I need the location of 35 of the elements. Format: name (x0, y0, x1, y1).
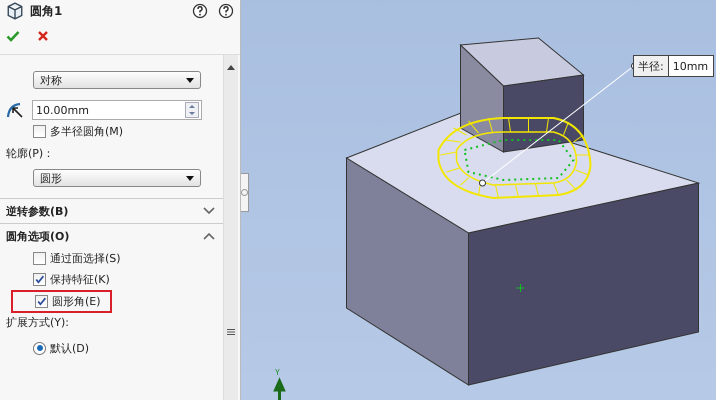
cube-icon (6, 2, 24, 20)
section-header[interactable]: 圆角选项(O) (6, 228, 70, 244)
scrollbar[interactable] (223, 55, 238, 400)
callout-label: 半径: (634, 56, 669, 76)
radius-field[interactable]: 10.00mm (32, 100, 202, 120)
checkbox[interactable] (33, 273, 46, 286)
checkbox-label: 通过面选择(S) (50, 251, 121, 266)
fillet-type-dropdown[interactable]: 对称 (33, 71, 201, 89)
spread-label: 扩展方式(Y): (5, 315, 70, 331)
ok-check-icon[interactable] (6, 29, 20, 43)
spinner-icon[interactable] (185, 102, 199, 118)
checkbox[interactable] (33, 252, 46, 265)
checkbox-label: 多半径圆角(M) (50, 124, 124, 138)
chevron-icon[interactable] (203, 232, 215, 240)
section-header[interactable]: 逆转参数(B) (6, 204, 68, 218)
checkbox-label: 保持特征(K) (50, 272, 110, 287)
help-icon[interactable] (192, 3, 208, 19)
checkbox[interactable] (33, 124, 46, 138)
grip-icon[interactable] (227, 328, 235, 336)
y-axis-arrow (274, 377, 285, 400)
axis-label: Y (275, 368, 280, 377)
radio-label: 默认(D) (50, 340, 90, 356)
scroll-up-icon[interactable] (227, 65, 235, 70)
checkbox-label: 圆形角(E) (52, 294, 101, 309)
profile-dropdown[interactable]: 圆形 (33, 169, 201, 187)
cancel-x-icon[interactable] (36, 29, 50, 43)
checkbox[interactable] (35, 295, 48, 308)
callout-value[interactable]: 10mm (668, 56, 713, 76)
origin-plus-icon (516, 284, 525, 292)
collapse-handle[interactable] (241, 173, 249, 212)
window-title: 圆角1 (30, 2, 62, 20)
help-icon[interactable] (218, 3, 234, 19)
profile-label: 轮廓(P)： (5, 146, 56, 162)
chevron-icon[interactable] (203, 207, 215, 215)
radio-button[interactable] (33, 342, 46, 354)
